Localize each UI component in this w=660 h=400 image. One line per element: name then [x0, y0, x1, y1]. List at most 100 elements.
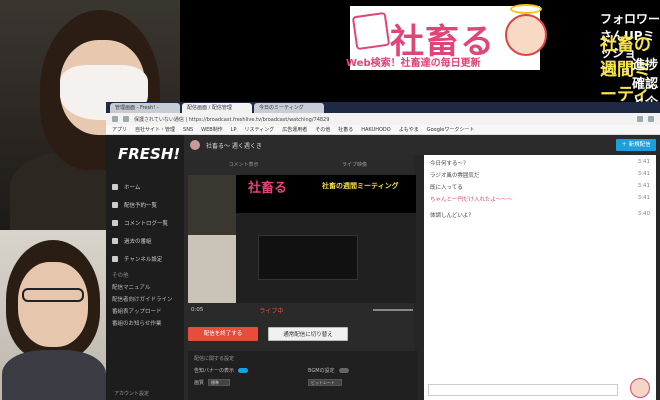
browser-tab-active[interactable]: 配信画面 / 配信管理 — [182, 103, 252, 113]
sidebar-item-comments[interactable]: コメントログ一覧 — [106, 215, 184, 231]
bag-icon — [351, 11, 391, 51]
fresh-logo[interactable]: FRESH! — [118, 145, 180, 163]
menu-icon[interactable] — [648, 116, 654, 122]
browser-tab[interactable]: 今日のミーティング — [254, 103, 324, 113]
sidebar-item-label: ホーム — [124, 185, 141, 191]
account-settings-link[interactable]: アカウント設定 — [106, 388, 184, 400]
quality-select[interactable]: 標準 — [208, 379, 231, 386]
reload-icon[interactable] — [123, 116, 129, 122]
switch-broadcast-button[interactable]: 通常配信に切り替え — [268, 327, 348, 341]
comment-row: 既に入ってる 3:41 — [430, 183, 650, 191]
setting-label: 告知バナーの表示 — [194, 368, 235, 374]
bookmark[interactable]: 広告運用者 — [282, 126, 307, 133]
elapsed-time: 0:05 — [191, 307, 204, 313]
preview-nested-player — [258, 235, 358, 280]
settings-title: 配信に関する設定 — [194, 356, 235, 362]
sidebar-link[interactable]: 番組のお知らせ作業 — [112, 319, 161, 327]
mascot-icon — [505, 14, 547, 56]
gear-icon — [112, 256, 118, 262]
comment-time: 3:41 — [637, 183, 650, 189]
setting-bitrate: ビットレート — [308, 379, 342, 386]
bookmark[interactable]: リスティング — [244, 126, 274, 133]
bookmark[interactable]: HAKUHODO — [361, 127, 390, 133]
end-broadcast-button[interactable]: 配信を終了する — [188, 327, 258, 341]
comment-time: 3:41 — [637, 171, 650, 177]
sidebar-item-label: 過去の番組 — [124, 239, 152, 245]
comment-row: ラジオ風の雰囲気だ 3:41 — [430, 171, 650, 179]
bgm-toggle[interactable] — [338, 368, 349, 373]
player-controls: 0:05 ライブ中 — [188, 303, 416, 317]
tab-bar: 管理画面 - Fresh! - 配信画面 / 配信管理 今日のミーティング — [106, 102, 660, 113]
volume-slider[interactable] — [373, 309, 413, 311]
comment-time: 3:40 — [637, 211, 650, 217]
bookmark[interactable]: 自社サイト・管理 — [135, 126, 175, 133]
bookmark[interactable]: アプリ — [112, 126, 127, 133]
sidebar-item-schedule[interactable]: 配信予約一覧 — [106, 197, 184, 213]
sidebar-link[interactable]: 番組表アップロード — [112, 307, 162, 315]
comment-time: 3:41 — [637, 195, 650, 201]
bookmark[interactable]: よもやま — [399, 126, 419, 133]
sidebar: FRESH! ホーム 配信予約一覧 コメントログ一覧 過去の番組 チャンネル設定… — [106, 135, 184, 400]
bookmark[interactable]: LP — [231, 127, 237, 133]
browser-tab[interactable]: 管理画面 - Fresh! - — [110, 103, 180, 113]
sidebar-item-past[interactable]: 過去の番組 — [106, 233, 184, 249]
comment-text: 体調しんどいよ？ — [430, 213, 474, 219]
fresh-app: FRESH! ホーム 配信予約一覧 コメントログ一覧 過去の番組 チャンネル設定… — [106, 135, 660, 400]
setting-banner: 告知バナーの表示 — [194, 367, 249, 374]
setting-bgm: BGMの設定 — [308, 367, 349, 374]
screen: 社畜る Web検索！社畜達の毎日更新 フォロワーさんUPミッション！！ 社畜の週… — [0, 0, 660, 400]
sidebar-link[interactable]: 配信者向けガイドライン — [112, 295, 173, 303]
person-b-body — [2, 350, 106, 400]
bookmark[interactable]: Googleワークシート — [427, 126, 475, 133]
back-icon[interactable] — [112, 116, 118, 122]
halo-icon — [510, 4, 542, 14]
sidebar-item-channel[interactable]: チャンネル設定 — [106, 251, 184, 267]
comment-row: 今日何する〜？ 3:41 — [430, 159, 650, 167]
comment-text: ちゃんと一円だけ入れたよ〜〜〜 — [430, 197, 513, 203]
browser-window: 管理画面 - Fresh! - 配信画面 / 配信管理 今日のミーティング 保護… — [106, 102, 660, 400]
video-preview[interactable]: 社畜る 社畜の週間ミーティング — [188, 175, 416, 303]
setting-label: 画質 — [194, 380, 205, 386]
url-field[interactable]: 保護されていない通信 | https://broadcast.freshlive… — [134, 116, 632, 123]
preview-meeting: 社畜の週間ミーティング — [322, 182, 399, 190]
mascot-avatar — [630, 378, 650, 398]
preview-cam-top — [188, 175, 236, 235]
bitrate-select[interactable]: ビットレート — [308, 379, 342, 386]
comment-text: 既に入ってる — [430, 185, 463, 191]
bookmark[interactable]: WEB制作 — [201, 126, 223, 133]
comment-text: 今日何する〜？ — [430, 161, 469, 167]
comment-text: ラジオ風の雰囲気だ — [430, 173, 480, 179]
bookmark[interactable]: 社畜る — [338, 126, 353, 133]
live-status: ライブ中 — [259, 307, 284, 315]
channel-avatar[interactable] — [190, 140, 200, 150]
stream-banner: 社畜る Web検索！社畜達の毎日更新 フォロワーさんUPミッション！！ 社畜の週… — [180, 0, 660, 149]
list-icon — [112, 220, 118, 226]
comment-row: ちゃんと一円だけ入れたよ〜〜〜 3:41 — [430, 195, 650, 203]
bookmark[interactable]: その他 — [315, 126, 330, 133]
comment-time: 3:41 — [637, 159, 650, 165]
view-tabs: コメント表示 ライブ映像 — [188, 159, 410, 171]
tab-comment-view[interactable]: コメント表示 — [188, 159, 299, 171]
channel-name[interactable]: 社畜る〜 週く週くき — [206, 141, 262, 150]
star-icon[interactable] — [637, 116, 643, 122]
tab-live-view[interactable]: ライブ映像 — [299, 159, 410, 171]
broadcast-settings: 配信に関する設定 告知バナーの表示 BGMの設定 画質 標準 ビットレート — [188, 351, 418, 400]
home-icon — [112, 184, 118, 190]
bookmarks-bar: アプリ 自社サイト・管理 SNS WEB制作 LP リスティング 広告運用者 そ… — [106, 125, 660, 135]
sidebar-link[interactable]: 配信マニュアル — [112, 283, 150, 291]
banner-toggle[interactable] — [238, 368, 249, 373]
comment-panel: 今日何する〜？ 3:41 ラジオ風の雰囲気だ 3:41 既に入ってる 3:41 ちゃん… — [424, 155, 656, 400]
setting-quality: 画質 標準 — [194, 379, 231, 386]
sidebar-item-home[interactable]: ホーム — [106, 179, 184, 195]
comment-input[interactable] — [428, 384, 618, 396]
address-bar: 保護されていない通信 | https://broadcast.freshlive… — [106, 113, 660, 125]
sidebar-item-label: コメントログ一覧 — [124, 221, 169, 227]
sidebar-item-label: チャンネル設定 — [124, 257, 163, 263]
bookmark[interactable]: SNS — [183, 127, 193, 133]
setting-label: BGMの設定 — [308, 368, 335, 374]
new-broadcast-button[interactable]: ＋ 新規配信 — [616, 139, 656, 151]
channel-topbar: 社畜る〜 週く週くき ＋ 新規配信 — [184, 135, 660, 155]
preview-brand: 社畜る — [248, 181, 288, 196]
video-icon — [112, 238, 118, 244]
comment-row: 体調しんどいよ？ 3:40 — [430, 211, 650, 219]
